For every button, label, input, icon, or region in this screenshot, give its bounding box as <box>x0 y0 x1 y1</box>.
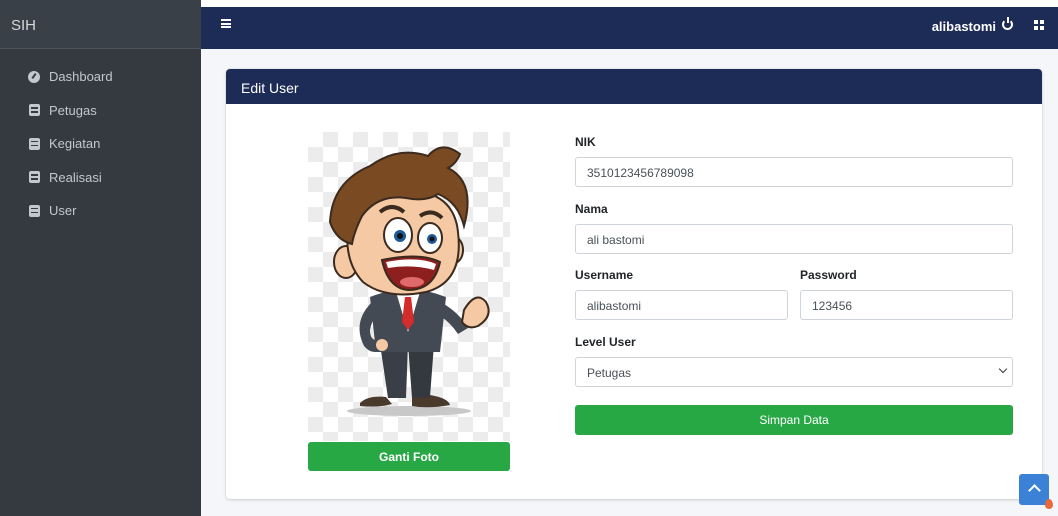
password-label: Password <box>800 268 857 282</box>
sidebar-nav: Dashboard Petugas Kegiatan Realisasi Use… <box>0 49 201 228</box>
username-label[interactable]: alibastomi <box>932 19 996 34</box>
book-icon <box>28 137 40 150</box>
change-photo-button[interactable]: Ganti Foto <box>308 442 510 471</box>
sidebar-item-petugas[interactable]: Petugas <box>0 94 201 128</box>
sidebar: SIH Dashboard Petugas Kegiatan Realisasi… <box>0 0 201 516</box>
scroll-to-top-button[interactable] <box>1019 474 1049 505</box>
grid-icon[interactable] <box>1034 20 1044 30</box>
sidebar-item-dashboard[interactable]: Dashboard <box>0 60 201 94</box>
sidebar-item-kegiatan[interactable]: Kegiatan <box>0 127 201 161</box>
dashboard-icon <box>28 70 40 83</box>
level-user-label: Level User <box>575 335 636 349</box>
user-avatar <box>308 132 510 441</box>
book-icon <box>28 104 40 117</box>
nama-label: Nama <box>575 202 608 216</box>
card-title: Edit User <box>226 69 1042 104</box>
flame-icon <box>1045 499 1053 509</box>
sidebar-item-user[interactable]: User <box>0 194 201 228</box>
level-user-select[interactable]: Petugas <box>575 357 1013 387</box>
sidebar-item-label: Petugas <box>49 102 97 118</box>
level-user-value: Petugas <box>587 366 632 380</box>
hamburger-icon[interactable] <box>221 19 231 28</box>
chevron-down-icon <box>998 364 1008 374</box>
sidebar-item-label: Realisasi <box>49 169 102 185</box>
sidebar-item-realisasi[interactable]: Realisasi <box>0 161 201 195</box>
nik-label: NIK <box>575 135 596 149</box>
save-button[interactable]: Simpan Data <box>575 405 1013 435</box>
brand-logo[interactable]: SIH <box>0 0 201 49</box>
sidebar-item-label: Dashboard <box>49 69 113 85</box>
nik-field[interactable]: 3510123456789098 <box>575 157 1013 187</box>
nama-field[interactable]: ali bastomi <box>575 224 1013 254</box>
edit-user-card: Edit User Ganti Foto NIK 351012345678909… <box>226 69 1042 499</box>
top-navbar: alibastomi <box>201 0 1058 49</box>
power-icon[interactable] <box>1002 17 1013 30</box>
username-label: Username <box>575 268 634 282</box>
password-field[interactable]: 123456 <box>800 290 1013 320</box>
sidebar-item-label: Kegiatan <box>49 136 101 152</box>
cartoon-businessman-image <box>328 146 490 416</box>
username-field[interactable]: alibastomi <box>575 290 788 320</box>
book-icon <box>28 204 40 217</box>
sidebar-item-label: User <box>49 203 77 219</box>
book-icon <box>28 171 40 184</box>
